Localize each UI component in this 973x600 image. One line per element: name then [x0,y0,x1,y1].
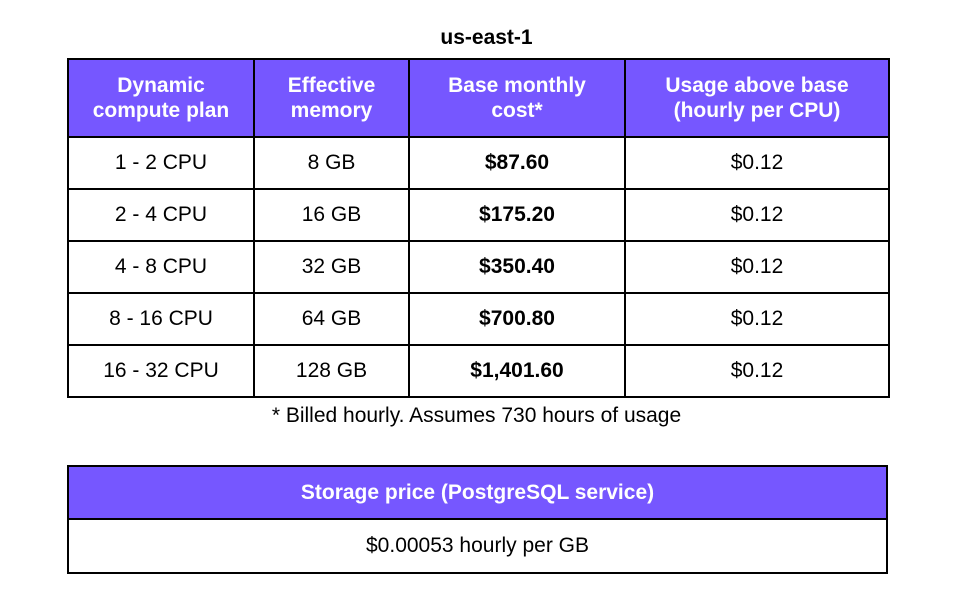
usage-cell: $0.12 [624,344,890,398]
plan-cell: 8 - 16 CPU [67,292,255,346]
plan-cell: 2 - 4 CPU [67,188,255,242]
memory-cell: 32 GB [253,240,410,294]
usage-cell: $0.12 [624,292,890,346]
table-row: 1 - 2 CPU 8 GB $87.60 $0.12 [67,136,890,190]
usage-cell: $0.12 [624,136,890,190]
usage-cell: $0.12 [624,240,890,294]
memory-cell: 16 GB [253,188,410,242]
storage-header: Storage price (PostgreSQL service) [67,465,888,520]
table-row: 4 - 8 CPU 32 GB $350.40 $0.12 [67,240,890,294]
table-row: 16 - 32 CPU 128 GB $1,401.60 $0.12 [67,344,890,398]
plan-cell: 16 - 32 CPU [67,344,255,398]
memory-cell: 64 GB [253,292,410,346]
base-cost-cell: $350.40 [408,240,626,294]
table-row: 8 - 16 CPU 64 GB $700.80 $0.12 [67,292,890,346]
base-cost-cell: $175.20 [408,188,626,242]
storage-value-row: $0.00053 hourly per GB [67,518,888,574]
header-row: Dynamic compute plan Effective memory Base… [67,58,890,138]
compute-pricing-table: Dynamic compute plan Effective memory Base… [67,58,890,398]
header-effective-memory: Effective memory [253,58,410,138]
memory-cell: 8 GB [253,136,410,190]
storage-header-row: Storage price (PostgreSQL service) [67,465,888,520]
base-cost-cell: $700.80 [408,292,626,346]
base-cost-cell: $87.60 [408,136,626,190]
usage-cell: $0.12 [624,188,890,242]
table-row: 2 - 4 CPU 16 GB $175.20 $0.12 [67,188,890,242]
header-base-monthly-cost: Base monthly cost* [408,58,626,138]
memory-cell: 128 GB [253,344,410,398]
plan-cell: 4 - 8 CPU [67,240,255,294]
region-title: us-east-1 [440,26,533,49]
base-cost-cell: $1,401.60 [408,344,626,398]
plan-cell: 1 - 2 CPU [67,136,255,190]
storage-price-cell: $0.00053 hourly per GB [67,518,888,574]
storage-pricing-table: Storage price (PostgreSQL service) $0.00… [67,465,888,574]
billing-footnote: * Billed hourly. Assumes 730 hours of us… [271,404,682,427]
header-compute-plan: Dynamic compute plan [67,58,255,138]
header-usage-above-base: Usage above base (hourly per CPU) [624,58,890,138]
